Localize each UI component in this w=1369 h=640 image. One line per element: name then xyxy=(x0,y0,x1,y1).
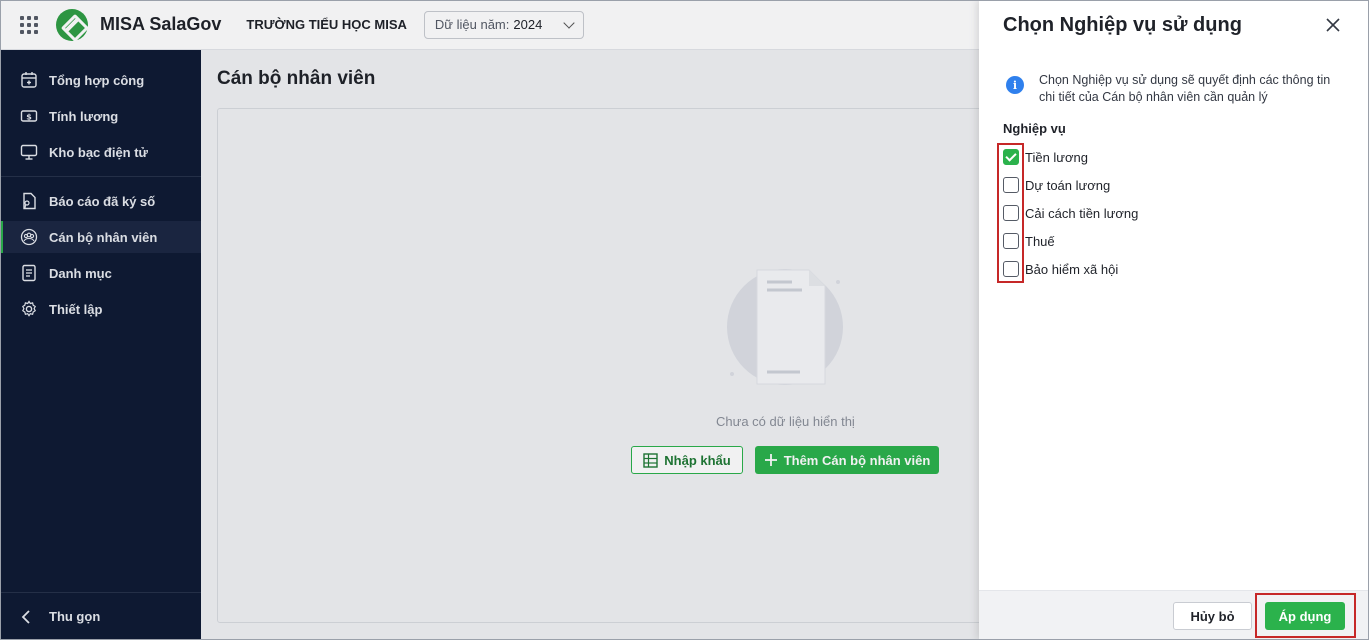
sidebar-item-danh-muc[interactable]: Danh mục xyxy=(0,257,201,289)
business-group-label: Nghiệp vụ xyxy=(1003,121,1066,136)
checkbox[interactable] xyxy=(1003,261,1019,277)
page-title: Cán bộ nhân viên xyxy=(217,68,376,89)
monitor-icon xyxy=(20,143,38,161)
misa-logo xyxy=(56,8,88,41)
empty-state-text: Chưa có dữ liệu hiển thị xyxy=(716,414,855,429)
sidebar-item-label: Thiết lập xyxy=(49,301,103,317)
panel-footer: Hủy bỏ Áp dụng xyxy=(979,590,1369,640)
close-icon[interactable] xyxy=(1323,15,1343,35)
gear-icon xyxy=(20,300,38,318)
checkbox[interactable] xyxy=(1003,177,1019,193)
chevron-left-icon xyxy=(20,609,38,625)
option-label: Tiền lương xyxy=(1025,149,1088,165)
content-card xyxy=(217,108,992,623)
import-button[interactable]: Nhập khẩu xyxy=(631,446,743,474)
main-content: Cán bộ nhân viên xyxy=(201,50,992,640)
option-cai-cach-tien-luong[interactable]: Cải cách tiền lương xyxy=(1003,199,1138,227)
sidebar-item-bao-cao-ky-so[interactable]: Báo cáo đã ký số xyxy=(0,185,201,217)
sidebar-item-tong-hop-cong[interactable]: Tổng hợp công xyxy=(0,64,201,96)
checkbox[interactable] xyxy=(1003,233,1019,249)
sidebar-item-label: Tổng hợp công xyxy=(49,72,145,88)
info-icon: i xyxy=(1006,76,1024,94)
catalog-icon xyxy=(20,264,38,282)
sidebar-item-can-bo-nhan-vien[interactable]: Cán bộ nhân viên xyxy=(0,221,201,253)
option-du-toan-luong[interactable]: Dự toán lương xyxy=(1003,171,1138,199)
sidebar-item-label: Tính lương xyxy=(49,108,119,124)
year-select[interactable]: Dữ liệu năm: 2024 xyxy=(423,10,584,39)
option-tien-luong[interactable]: Tiền lương xyxy=(1003,143,1138,171)
option-label: Cải cách tiền lương xyxy=(1025,205,1139,221)
signed-report-icon xyxy=(20,192,38,210)
sidebar: Tổng hợp công $ Tính lương Kho bạc điện … xyxy=(0,50,201,640)
sidebar-item-label: Kho bạc điện tử xyxy=(49,144,148,160)
option-label: Dự toán lương xyxy=(1025,177,1111,193)
app-name: MISA SalaGov xyxy=(100,14,222,34)
select-business-panel: Chọn Nghiệp vụ sử dụng i Chọn Nghiệp vụ … xyxy=(979,0,1369,640)
business-options: Tiền lương Dự toán lương Cải cách tiền l… xyxy=(1003,143,1138,283)
panel-title: Chọn Nghiệp vụ sử dụng xyxy=(1003,14,1242,36)
collapse-sidebar-button[interactable]: Thu gọn xyxy=(0,592,201,640)
sidebar-item-label: Danh mục xyxy=(49,265,112,281)
sidebar-item-thiet-lap[interactable]: Thiết lập xyxy=(0,293,201,325)
calendar-icon xyxy=(20,71,38,89)
staff-icon xyxy=(20,228,38,246)
option-label: Thuế xyxy=(1025,233,1055,249)
apply-button[interactable]: Áp dụng xyxy=(1265,602,1345,630)
option-bao-hiem-xa-hoi[interactable]: Bảo hiểm xã hội xyxy=(1003,255,1138,283)
svg-text:$: $ xyxy=(26,113,32,122)
sidebar-divider xyxy=(0,176,201,177)
option-thue[interactable]: Thuế xyxy=(1003,227,1138,255)
checkbox-checked[interactable] xyxy=(1003,149,1019,165)
add-staff-button-label: Thêm Cán bộ nhân viên xyxy=(783,452,931,468)
checkbox[interactable] xyxy=(1003,205,1019,221)
import-button-label: Nhập khẩu xyxy=(664,452,731,468)
chevron-down-icon xyxy=(563,16,575,29)
option-label: Bảo hiểm xã hội xyxy=(1025,261,1119,277)
year-select-value: 2024 xyxy=(513,17,543,32)
sidebar-item-kho-bac[interactable]: Kho bạc điện tử xyxy=(0,136,201,168)
collapse-label: Thu gọn xyxy=(49,609,101,624)
cancel-button[interactable]: Hủy bỏ xyxy=(1173,602,1252,630)
info-text: Chọn Nghiệp vụ sử dụng sẽ quyết định các… xyxy=(1039,73,1331,104)
info-note: i Chọn Nghiệp vụ sử dụng sẽ quyết định c… xyxy=(1006,72,1346,106)
sidebar-item-tinh-luong[interactable]: $ Tính lương xyxy=(0,100,201,132)
app-grid-icon[interactable] xyxy=(20,15,38,34)
sidebar-item-label: Báo cáo đã ký số xyxy=(49,193,156,209)
sidebar-item-label: Cán bộ nhân viên xyxy=(49,229,158,245)
school-name: TRƯỜNG TIỂU HỌC MISA xyxy=(246,17,407,32)
add-staff-button[interactable]: Thêm Cán bộ nhân viên xyxy=(755,446,939,474)
empty-document-illustration xyxy=(722,262,862,392)
year-select-label: Dữ liệu năm: xyxy=(434,17,510,32)
import-table-icon xyxy=(643,452,658,468)
money-icon: $ xyxy=(20,107,38,125)
plus-icon xyxy=(764,454,777,466)
